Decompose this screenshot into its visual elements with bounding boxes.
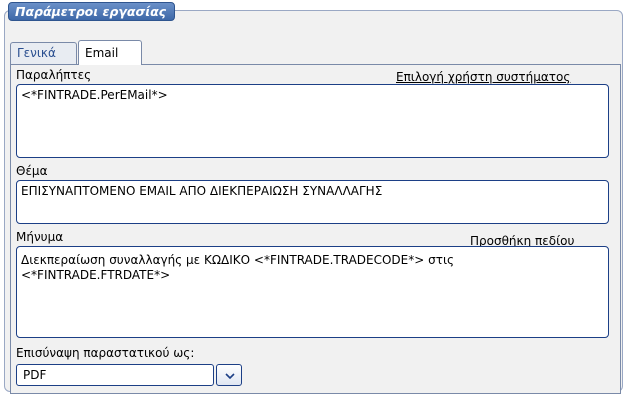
message-field[interactable]: Διεκπεραίωση συναλλαγής με ΚΩΔΙΚΟ <*FINT… (16, 246, 609, 338)
attach-format-dropdown-button[interactable] (216, 364, 242, 386)
attach-label: Επισύναψη παραστατικού ως: (16, 346, 195, 360)
attach-format-select[interactable]: PDF (16, 364, 214, 386)
recipients-field[interactable]: <*FINTRADE.PerEMail*> (16, 84, 609, 158)
tab-general[interactable]: Γενικά (10, 42, 77, 64)
subject-label: Θέμα (16, 164, 48, 178)
message-line-1: Διεκπεραίωση συναλλαγής με ΚΩΔΙΚΟ <*FINT… (21, 253, 455, 267)
chevron-down-icon (225, 373, 235, 379)
group-title: Παράμετροι εργασίας (8, 2, 176, 21)
recipients-value: <*FINTRADE.PerEMail*> (21, 88, 168, 102)
message-line-2: <*FINTRADE.FTRDATE*> (21, 268, 171, 282)
subject-value: ΕΠΙΣΥΝΑΠΤΟΜΕΝΟ EMAIL ΑΠΟ ΔΙΕΚΠΕΡΑΙΩΣΗ ΣΥ… (21, 184, 383, 198)
message-label: Μήνυμα (16, 230, 64, 244)
select-system-user-link[interactable]: Επιλογή χρήστη συστήματος (396, 70, 570, 84)
attach-format-value: PDF (23, 368, 47, 382)
subject-field[interactable]: ΕΠΙΣΥΝΑΠΤΟΜΕΝΟ EMAIL ΑΠΟ ΔΙΕΚΠΕΡΑΙΩΣΗ ΣΥ… (16, 180, 609, 224)
tab-email[interactable]: Email (78, 40, 142, 65)
recipients-label: Παραλήπτες (16, 68, 92, 82)
